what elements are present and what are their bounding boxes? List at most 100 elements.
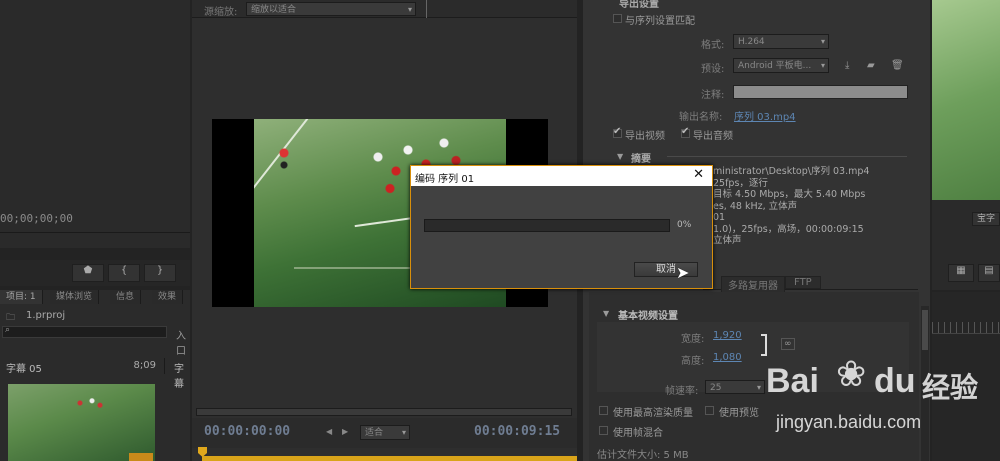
scale-dropdown[interactable]: 缩放以适合 bbox=[246, 2, 416, 17]
program-timecode-duration: 00:00:09:15 bbox=[474, 424, 561, 439]
match-sequence-checkbox[interactable] bbox=[613, 14, 622, 23]
estimated-size-label: 估计文件大小: 5 MB bbox=[597, 450, 689, 461]
tab-media-browser[interactable]: 媒体浏览 bbox=[50, 290, 100, 304]
program-toolbar: 源缩放: 缩放以适合 bbox=[192, 0, 577, 18]
mouse-cursor-icon: ➤ bbox=[676, 263, 690, 282]
folder-icon: 🗀 bbox=[6, 313, 16, 323]
basic-video-toggle-icon[interactable]: ▼ bbox=[603, 309, 609, 318]
right-source-preview bbox=[932, 0, 1000, 200]
width-label: 宽度: bbox=[681, 334, 705, 345]
right-timeline-ruler bbox=[932, 322, 1000, 334]
dialog-title: 编码 序列 01 bbox=[415, 174, 475, 185]
summary-text: ministrator\Desktop\序列 03.mp4 25fps，逐行 目… bbox=[713, 166, 869, 247]
summary-divider bbox=[667, 156, 907, 157]
clip-name: 字幕 05 bbox=[6, 364, 42, 375]
right-action-button[interactable]: 宝字 bbox=[972, 212, 1000, 226]
program-footer: 00:00:00:00 ◀ ▶ 适合 00:00:09:15 bbox=[192, 418, 577, 448]
use-preview-checkbox[interactable] bbox=[705, 406, 714, 415]
summary-line: 01 bbox=[713, 212, 726, 223]
output-name-label: 输出名称: bbox=[679, 112, 723, 123]
max-quality-label: 使用最高渲染质量 bbox=[613, 408, 693, 419]
fps-dropdown[interactable]: 25 bbox=[705, 380, 765, 395]
fit-dropdown[interactable]: 适合 bbox=[360, 425, 410, 440]
frame-blend-checkbox[interactable] bbox=[599, 426, 608, 435]
right-icon-button-2[interactable]: ▤ bbox=[978, 264, 1000, 282]
fps-label: 帧速率: bbox=[665, 386, 699, 397]
source-timecode: 00;00;00;00 bbox=[0, 212, 73, 225]
players-group-1 bbox=[274, 144, 294, 174]
thumbnail-players bbox=[68, 392, 108, 414]
export-video-label: 导出视频 bbox=[625, 131, 665, 142]
max-quality-checkbox[interactable] bbox=[599, 406, 608, 415]
summary-line: ministrator\Desktop\序列 03.mp4 bbox=[713, 166, 870, 177]
program-scrollbar[interactable] bbox=[196, 408, 572, 416]
summary-line: es, 48 kHz, 立体声 bbox=[713, 200, 798, 212]
format-dropdown[interactable]: H.264 bbox=[733, 34, 829, 49]
import-preset-icon[interactable]: ▰ bbox=[867, 60, 875, 71]
baidu-watermark: Bai ❀ du 经验 jingyan.baidu.com bbox=[766, 352, 996, 442]
clip-name-2: 字幕 bbox=[174, 364, 184, 390]
summary-line: 1.0)，25fps，高场，00:00:09:15 bbox=[713, 223, 864, 235]
format-label: 格式: bbox=[701, 40, 725, 51]
chain-link-icon[interactable]: ∞ bbox=[781, 338, 795, 350]
source-monitor-panel: 00;00;00;00 bbox=[0, 0, 190, 248]
watermark-brand-du: du bbox=[874, 362, 916, 400]
export-audio-checkbox[interactable] bbox=[681, 126, 690, 138]
source-divider bbox=[0, 232, 190, 233]
tab-info[interactable]: 信息 bbox=[110, 290, 142, 304]
settings-tabs: 多路复用器 FTP bbox=[703, 274, 918, 293]
marker-button[interactable]: ⬟ bbox=[72, 264, 104, 282]
right-icon-button-1[interactable]: ▦ bbox=[948, 264, 974, 282]
cancel-button-label: 取消 bbox=[656, 264, 676, 275]
program-timecode-current[interactable]: 00:00:00:00 bbox=[204, 424, 290, 439]
summary-line: 目标 4.50 Mbps，最大 5.40 Mbps bbox=[713, 189, 866, 200]
out-point-button[interactable]: } bbox=[144, 264, 176, 282]
comment-input[interactable] bbox=[733, 85, 908, 99]
thumbnail-badge bbox=[129, 453, 153, 461]
summary-line: 立体声 bbox=[713, 235, 742, 246]
step-forward-icon[interactable]: ▶ bbox=[342, 427, 348, 436]
height-value[interactable]: 1,080 bbox=[713, 352, 742, 363]
progress-bar bbox=[424, 219, 670, 232]
summary-line: 25fps，逐行 bbox=[713, 177, 768, 189]
scale-label: 源缩放: bbox=[204, 7, 238, 18]
search-input[interactable]: ⌕ bbox=[2, 325, 167, 338]
preset-dropdown[interactable]: Android 平板电... bbox=[733, 58, 829, 73]
use-preview-label: 使用预览 bbox=[719, 408, 759, 419]
output-name-link[interactable]: 序列 03.mp4 bbox=[734, 108, 796, 123]
input-hint-label: 入口 bbox=[176, 331, 186, 357]
delete-preset-icon[interactable]: 🗑 bbox=[891, 60, 904, 71]
export-video-checkbox[interactable] bbox=[613, 126, 622, 138]
in-point-button[interactable]: { bbox=[108, 264, 140, 282]
width-value[interactable]: 1,920 bbox=[713, 330, 742, 341]
right-toolbar: 宝字 ▦ ▤ bbox=[932, 200, 1000, 290]
watermark-brand-bai: Bai bbox=[766, 362, 819, 400]
export-section-title: 导出设置 bbox=[619, 0, 659, 10]
comment-label: 注释: bbox=[701, 90, 725, 101]
summary-toggle-icon[interactable]: ▼ bbox=[617, 152, 623, 161]
save-preset-icon[interactable]: ⤓ bbox=[845, 60, 849, 71]
tab-ftp[interactable]: FTP bbox=[785, 276, 821, 289]
project-file-name: 1.prproj bbox=[26, 310, 66, 321]
step-back-icon[interactable]: ◀ bbox=[326, 427, 332, 436]
preset-label: 预设: bbox=[701, 64, 725, 75]
timeline-ruler[interactable] bbox=[202, 456, 577, 461]
tab-multiplexer[interactable]: 多路复用器 bbox=[721, 276, 785, 293]
progress-label: 0% bbox=[677, 220, 692, 230]
summary-title: 摘要 bbox=[631, 154, 651, 165]
tab-project[interactable]: 项目: 1 bbox=[0, 290, 43, 304]
watermark-suffix: 经验 bbox=[922, 371, 979, 404]
transport-bar: ⬟ { } bbox=[0, 260, 190, 286]
height-label: 高度: bbox=[681, 356, 705, 367]
clip-thumbnail[interactable] bbox=[8, 384, 155, 461]
frame-blend-label: 使用帧混合 bbox=[613, 428, 663, 439]
encoding-dialog: 编码 序列 01 ✕ 0% 取消 ➤ bbox=[410, 165, 713, 289]
basic-video-title: 基本视频设置 bbox=[618, 311, 678, 322]
export-audio-label: 导出音频 bbox=[693, 131, 733, 142]
project-panel: 项目: 1 媒体浏览 信息 效果 🗀 1.prproj ⌕ 入口 字幕 05 8… bbox=[0, 290, 190, 461]
scroll-thumb[interactable] bbox=[922, 310, 928, 350]
close-icon[interactable]: ✕ bbox=[693, 167, 704, 182]
toolbar-divider bbox=[426, 0, 427, 18]
tab-effects[interactable]: 效果 bbox=[152, 290, 184, 304]
dialog-titlebar: 编码 序列 01 ✕ bbox=[411, 166, 712, 186]
